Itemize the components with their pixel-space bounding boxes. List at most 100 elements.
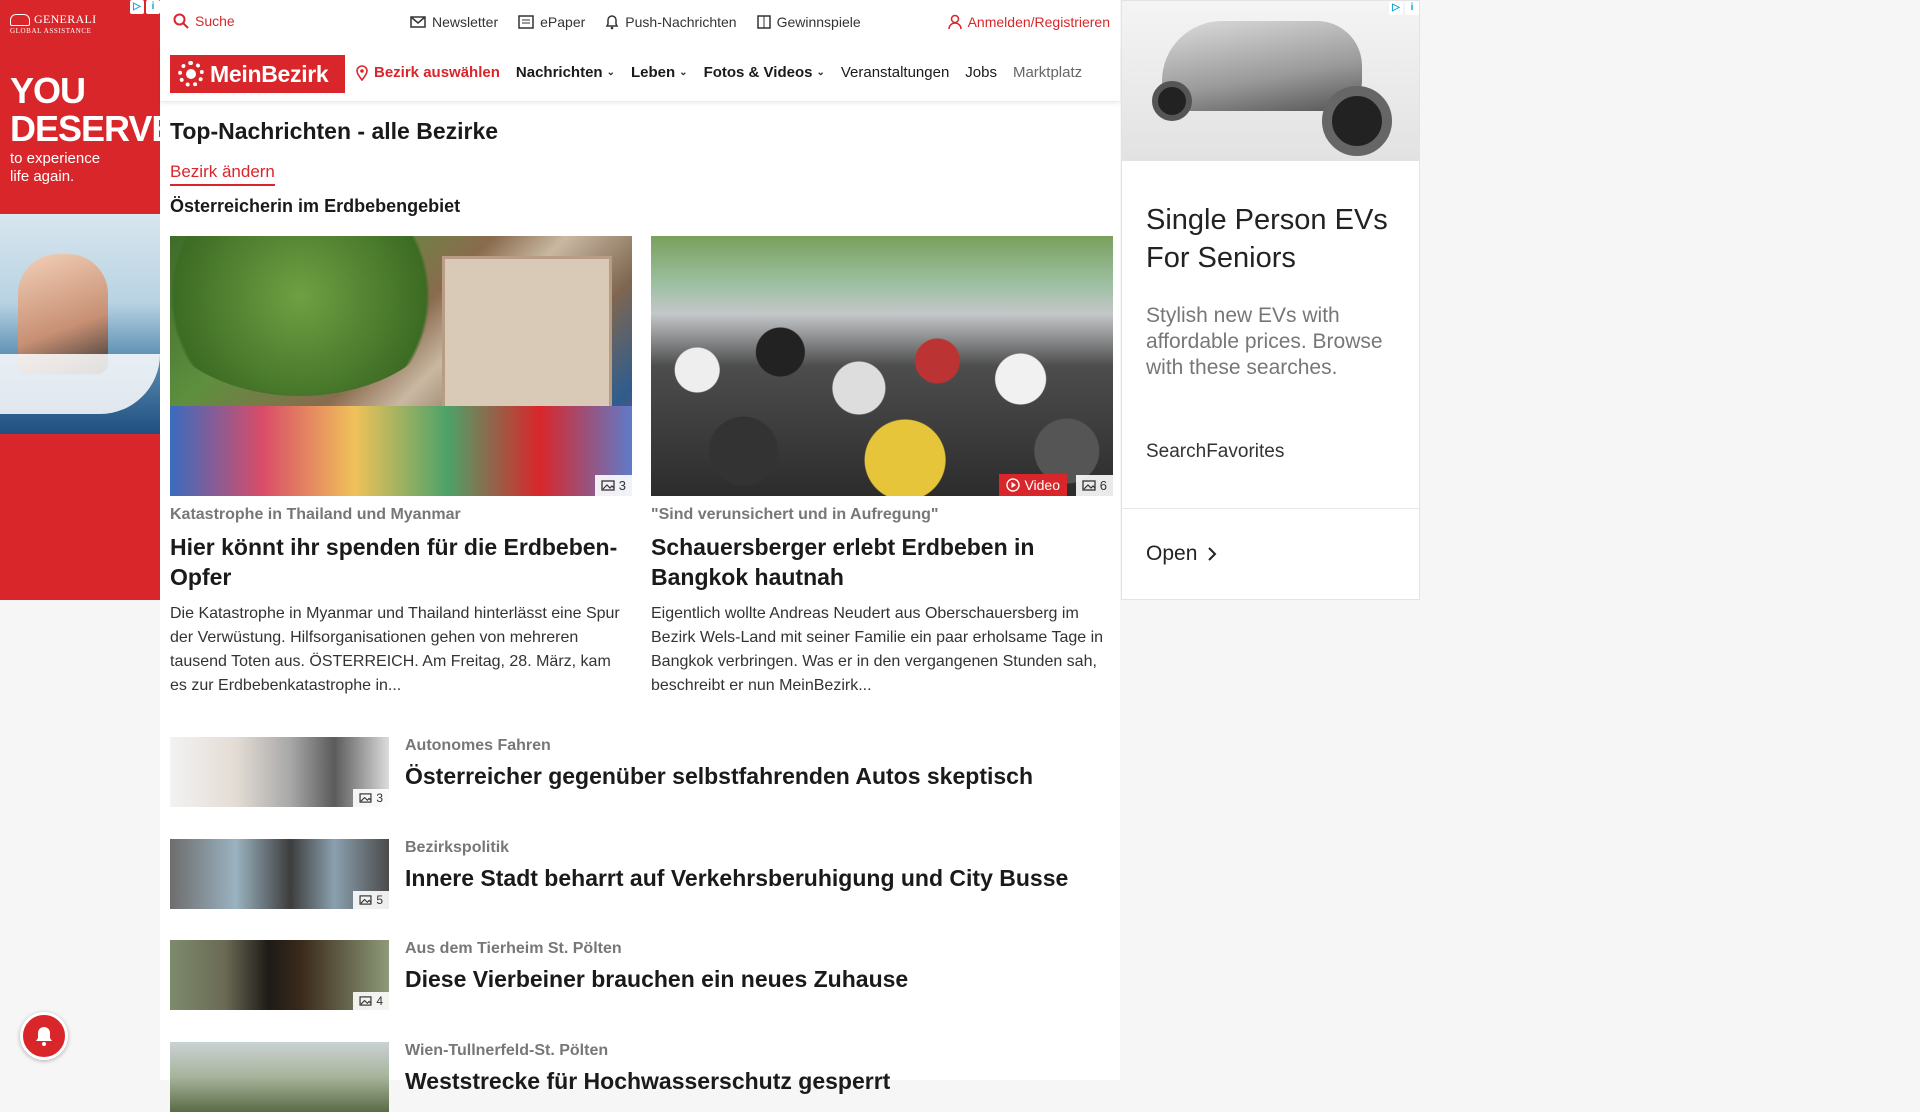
list-thumbnail[interactable] xyxy=(170,1042,389,1112)
ad-subline: to experience life again. xyxy=(10,150,101,185)
top-utility-bar: Suche Newsletter ePaper Push-Nachrichten… xyxy=(160,0,1120,46)
info-icon[interactable]: i xyxy=(146,0,160,14)
ad-car-image[interactable] xyxy=(1122,1,1419,161)
ad-open-label: Open xyxy=(1146,542,1198,565)
photo-count-badge: 3 xyxy=(594,475,632,496)
left-advertisement[interactable]: ▷ i GENERALI GLOBAL ASSISTANCE YOU DESER… xyxy=(0,0,160,600)
video-label: Video xyxy=(1024,477,1060,493)
divider xyxy=(1122,508,1419,509)
photo-count: 6 xyxy=(1099,478,1107,493)
list-kicker: Wien-Tullnerfeld-St. Pölten xyxy=(405,1042,609,1059)
search-icon xyxy=(173,13,189,29)
nav-veranstaltungen-label: Veranstaltungen xyxy=(840,64,950,81)
gallery-icon xyxy=(1082,480,1096,491)
ad-choices[interactable]: ▷ i xyxy=(1389,1,1419,15)
gallery-icon xyxy=(359,996,372,1006)
photo-count-badge: 5 xyxy=(353,891,389,909)
nav-marktplatz[interactable]: Marktplatz xyxy=(1013,64,1082,81)
photo-count: 3 xyxy=(376,791,383,805)
change-bezirk-link[interactable]: Bezirk ändern xyxy=(170,162,275,186)
article-image[interactable]: 3 xyxy=(170,236,632,496)
ad-sponsor[interactable]: SearchFavorites xyxy=(1146,441,1284,463)
ad-photo xyxy=(0,214,160,434)
list-headline[interactable]: Österreicher gegenüber selbstfahrenden A… xyxy=(405,763,1033,790)
search-link[interactable]: Suche xyxy=(173,13,235,29)
nav-veranstaltungen[interactable]: Veranstaltungen xyxy=(841,64,949,81)
notification-bell-button[interactable] xyxy=(20,1012,68,1060)
gallery-icon xyxy=(601,480,615,491)
logo-sun-icon xyxy=(178,61,204,87)
chevron-right-icon xyxy=(1208,547,1217,561)
ad-brand: GENERALI GLOBAL ASSISTANCE xyxy=(10,12,97,36)
photo-count: 3 xyxy=(618,478,626,493)
epaper-link[interactable]: ePaper xyxy=(518,14,585,30)
push-link[interactable]: Push-Nachrichten xyxy=(605,14,737,30)
list-kicker: Aus dem Tierheim St. Pölten xyxy=(405,940,622,957)
map-pin-icon xyxy=(356,64,368,81)
nav-nachrichten[interactable]: Nachrichten ⌄ xyxy=(516,64,615,81)
search-label: Suche xyxy=(195,13,235,29)
article-headline[interactable]: Hier könnt ihr spenden für die Erdbeben-… xyxy=(170,532,632,592)
list-thumbnail[interactable]: 4 xyxy=(170,940,389,1010)
list-item[interactable]: 3 Autonomes Fahren Österreicher gegenübe… xyxy=(170,737,1110,807)
list-thumbnail[interactable]: 5 xyxy=(170,839,389,909)
photo-count: 4 xyxy=(376,994,383,1008)
logo-text: MeinBezirk xyxy=(210,60,329,87)
article-image[interactable]: Video 6 xyxy=(651,236,1113,496)
main-navigation: MeinBezirk Bezirk auswählen Nachrichten ⌄… xyxy=(160,46,1120,102)
gallery-icon xyxy=(359,793,372,803)
login-link[interactable]: Anmelden/Registrieren xyxy=(947,14,1110,30)
bezirk-select-label: Bezirk auswählen xyxy=(374,64,500,81)
nav-fotos-videos[interactable]: Fotos & Videos ⌄ xyxy=(704,64,825,81)
article-teaser: Eigentlich wollte Andreas Neudert aus Ob… xyxy=(651,605,1104,694)
gewinnspiele-label: Gewinnspiele xyxy=(776,14,861,30)
nav-leben-label: Leben xyxy=(630,64,676,81)
nav-marktplatz-label: Marktplatz xyxy=(1012,64,1083,81)
adchoices-icon[interactable]: ▷ xyxy=(1389,1,1403,15)
list-thumbnail[interactable]: 3 xyxy=(170,737,389,807)
epaper-label: ePaper xyxy=(540,14,586,30)
right-advertisement[interactable]: ▷ i Single Person EVs For Seniors Stylis… xyxy=(1121,0,1420,600)
photo-count-badge: 3 xyxy=(353,789,389,807)
list-item[interactable]: 5 Bezirkspolitik Innere Stadt beharrt au… xyxy=(170,839,1110,909)
list-headline[interactable]: Weststrecke für Hochwasserschutz gesperr… xyxy=(405,1068,890,1095)
list-kicker: Autonomes Fahren xyxy=(405,737,551,754)
list-item[interactable]: 4 Aus dem Tierheim St. Pölten Diese Vier… xyxy=(170,940,1110,1010)
photo-count-badge: 4 xyxy=(353,992,389,1010)
info-icon[interactable]: i xyxy=(1405,1,1419,15)
push-label: Push-Nachrichten xyxy=(625,14,737,30)
login-label: Anmelden/Registrieren xyxy=(967,14,1110,30)
nav-fotos-videos-label: Fotos & Videos xyxy=(703,64,813,81)
adchoices-icon[interactable]: ▷ xyxy=(130,0,144,14)
article-teaser: Die Katastrophe in Myanmar und Thailand … xyxy=(170,605,620,694)
nav-jobs[interactable]: Jobs xyxy=(965,64,997,81)
list-headline[interactable]: Diese Vierbeiner brauchen ein neues Zuha… xyxy=(405,966,908,993)
gift-icon xyxy=(756,15,771,29)
section-title[interactable]: Österreicherin im Erdbebengebiet xyxy=(170,196,460,217)
ad-description: Stylish new EVs with affordable prices. … xyxy=(1146,304,1383,379)
bell-icon xyxy=(606,15,619,30)
nav-jobs-label: Jobs xyxy=(965,64,997,81)
list-item[interactable]: Wien-Tullnerfeld-St. Pölten Weststrecke … xyxy=(170,1042,1110,1112)
ad-headline: YOU DESERVE xyxy=(10,70,160,149)
bezirk-select-button[interactable]: Bezirk auswählen xyxy=(356,64,500,81)
ad-choices[interactable]: ▷ i xyxy=(130,0,160,14)
main-content: Suche Newsletter ePaper Push-Nachrichten… xyxy=(160,0,1120,1112)
nav-leben[interactable]: Leben ⌄ xyxy=(631,64,688,81)
article-card[interactable]: Video 6 "Sind verunsichert und in Aufreg… xyxy=(651,236,1113,698)
user-icon xyxy=(947,14,962,30)
gewinnspiele-link[interactable]: Gewinnspiele xyxy=(756,14,861,30)
site-logo[interactable]: MeinBezirk xyxy=(170,55,345,93)
lion-icon xyxy=(10,14,30,27)
article-kicker: Katastrophe in Thailand und Myanmar xyxy=(170,506,461,523)
ad-title[interactable]: Single Person EVs For Seniors xyxy=(1146,201,1396,277)
article-card[interactable]: 3 Katastrophe in Thailand und Myanmar Hi… xyxy=(170,236,632,698)
ad-open-button[interactable]: Open xyxy=(1146,542,1217,566)
envelope-icon xyxy=(410,16,426,28)
list-kicker: Bezirkspolitik xyxy=(405,839,510,856)
newsletter-link[interactable]: Newsletter xyxy=(410,14,498,30)
article-headline[interactable]: Schauersberger erlebt Erdbeben in Bangko… xyxy=(651,532,1113,592)
bell-icon xyxy=(36,1027,52,1046)
list-headline[interactable]: Innere Stadt beharrt auf Verkehrsberuhig… xyxy=(405,865,1068,892)
newsletter-label: Newsletter xyxy=(432,14,499,30)
